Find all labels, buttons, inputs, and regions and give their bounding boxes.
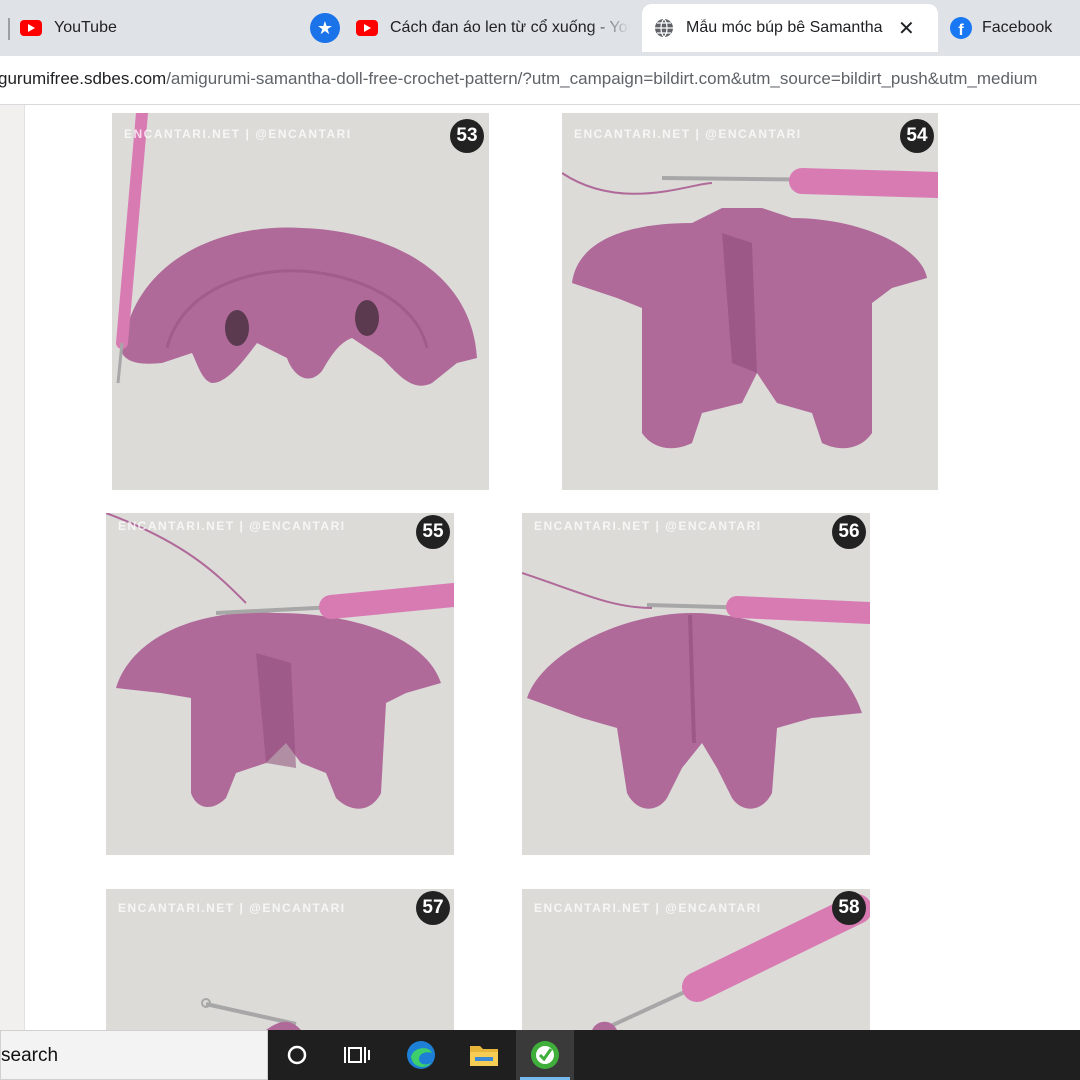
task-view-icon [344, 1047, 370, 1063]
photo-step-57: ENCANTARI.NET | @ENCANTARI 57 [106, 889, 454, 1030]
windows-taskbar: search [0, 1030, 1080, 1080]
url-host: gurumifree.sdbes.com [0, 69, 167, 88]
page-content: ENCANTARI.NET | @ENCANTARI 53 ENCANTARI.… [0, 105, 1080, 1030]
tab-label: Mẫu móc búp bê Samantha A [686, 19, 886, 36]
tab-knitting-video[interactable]: ★ Cách đan áo len từ cổ xuống - You [310, 6, 630, 50]
taskbar-search-box[interactable]: search [0, 1030, 268, 1080]
watermark: ENCANTARI.NET | @ENCANTARI [534, 901, 762, 915]
crochet-piece-image [562, 113, 938, 490]
watermark: ENCANTARI.NET | @ENCANTARI [124, 127, 352, 141]
file-explorer-button[interactable] [455, 1030, 513, 1080]
step-number-badge: 54 [900, 119, 934, 153]
photo-step-55: ENCANTARI.NET | @ENCANTARI 55 [106, 513, 454, 855]
tab-youtube[interactable]: YouTube [20, 6, 280, 50]
youtube-icon [356, 20, 378, 36]
watermark: ENCANTARI.NET | @ENCANTARI [118, 901, 346, 915]
step-number-badge: 53 [450, 119, 484, 153]
tab-label: YouTube [54, 19, 117, 36]
watermark: ENCANTARI.NET | @ENCANTARI [534, 519, 762, 533]
globe-icon [655, 18, 673, 38]
close-icon[interactable]: ✕ [898, 16, 915, 41]
search-placeholder: search [1, 1045, 59, 1066]
step-number-badge: 55 [416, 515, 450, 549]
facebook-icon: f [950, 17, 972, 39]
left-gutter [0, 105, 25, 1030]
edge-icon [407, 1041, 435, 1069]
tab-facebook[interactable]: f Facebook [950, 6, 1080, 50]
task-view-button[interactable] [328, 1030, 386, 1080]
file-explorer-icon [470, 1046, 498, 1066]
crochet-piece-image [112, 113, 489, 490]
photo-step-54: ENCANTARI.NET | @ENCANTARI 54 [562, 113, 938, 490]
tab-samantha-pattern[interactable]: Mẫu móc búp bê Samantha A ✕ [642, 4, 938, 52]
crochet-piece-image [522, 513, 870, 855]
youtube-icon [20, 20, 42, 36]
step-number-badge: 56 [832, 515, 866, 549]
app-icon [531, 1041, 559, 1069]
tab-label: Facebook [982, 19, 1053, 36]
address-bar[interactable]: gurumifree.sdbes.com/amigurumi-samantha-… [0, 56, 1080, 105]
tab-separator [8, 18, 10, 40]
crochet-piece-image [106, 513, 454, 855]
watermark: ENCANTARI.NET | @ENCANTARI [118, 519, 346, 533]
edge-button[interactable] [392, 1030, 450, 1080]
cortana-button[interactable] [268, 1030, 326, 1080]
cortana-icon [287, 1045, 307, 1065]
step-number-badge: 57 [416, 891, 450, 925]
photo-step-58: ENCANTARI.NET | @ENCANTARI 58 [522, 889, 870, 1030]
active-app-button[interactable] [516, 1030, 574, 1080]
tab-strip: YouTube ★ Cách đan áo len từ cổ xuống - … [0, 0, 1080, 56]
url-path: /amigurumi-samantha-doll-free-crochet-pa… [166, 69, 1038, 88]
watermark: ENCANTARI.NET | @ENCANTARI [574, 127, 802, 141]
photo-step-53: ENCANTARI.NET | @ENCANTARI 53 [112, 113, 489, 490]
url-text[interactable]: gurumifree.sdbes.com/amigurumi-samantha-… [0, 69, 1037, 89]
step-number-badge: 58 [832, 891, 866, 925]
photo-step-56: ENCANTARI.NET | @ENCANTARI 56 [522, 513, 870, 855]
star-icon: ★ [310, 13, 340, 43]
